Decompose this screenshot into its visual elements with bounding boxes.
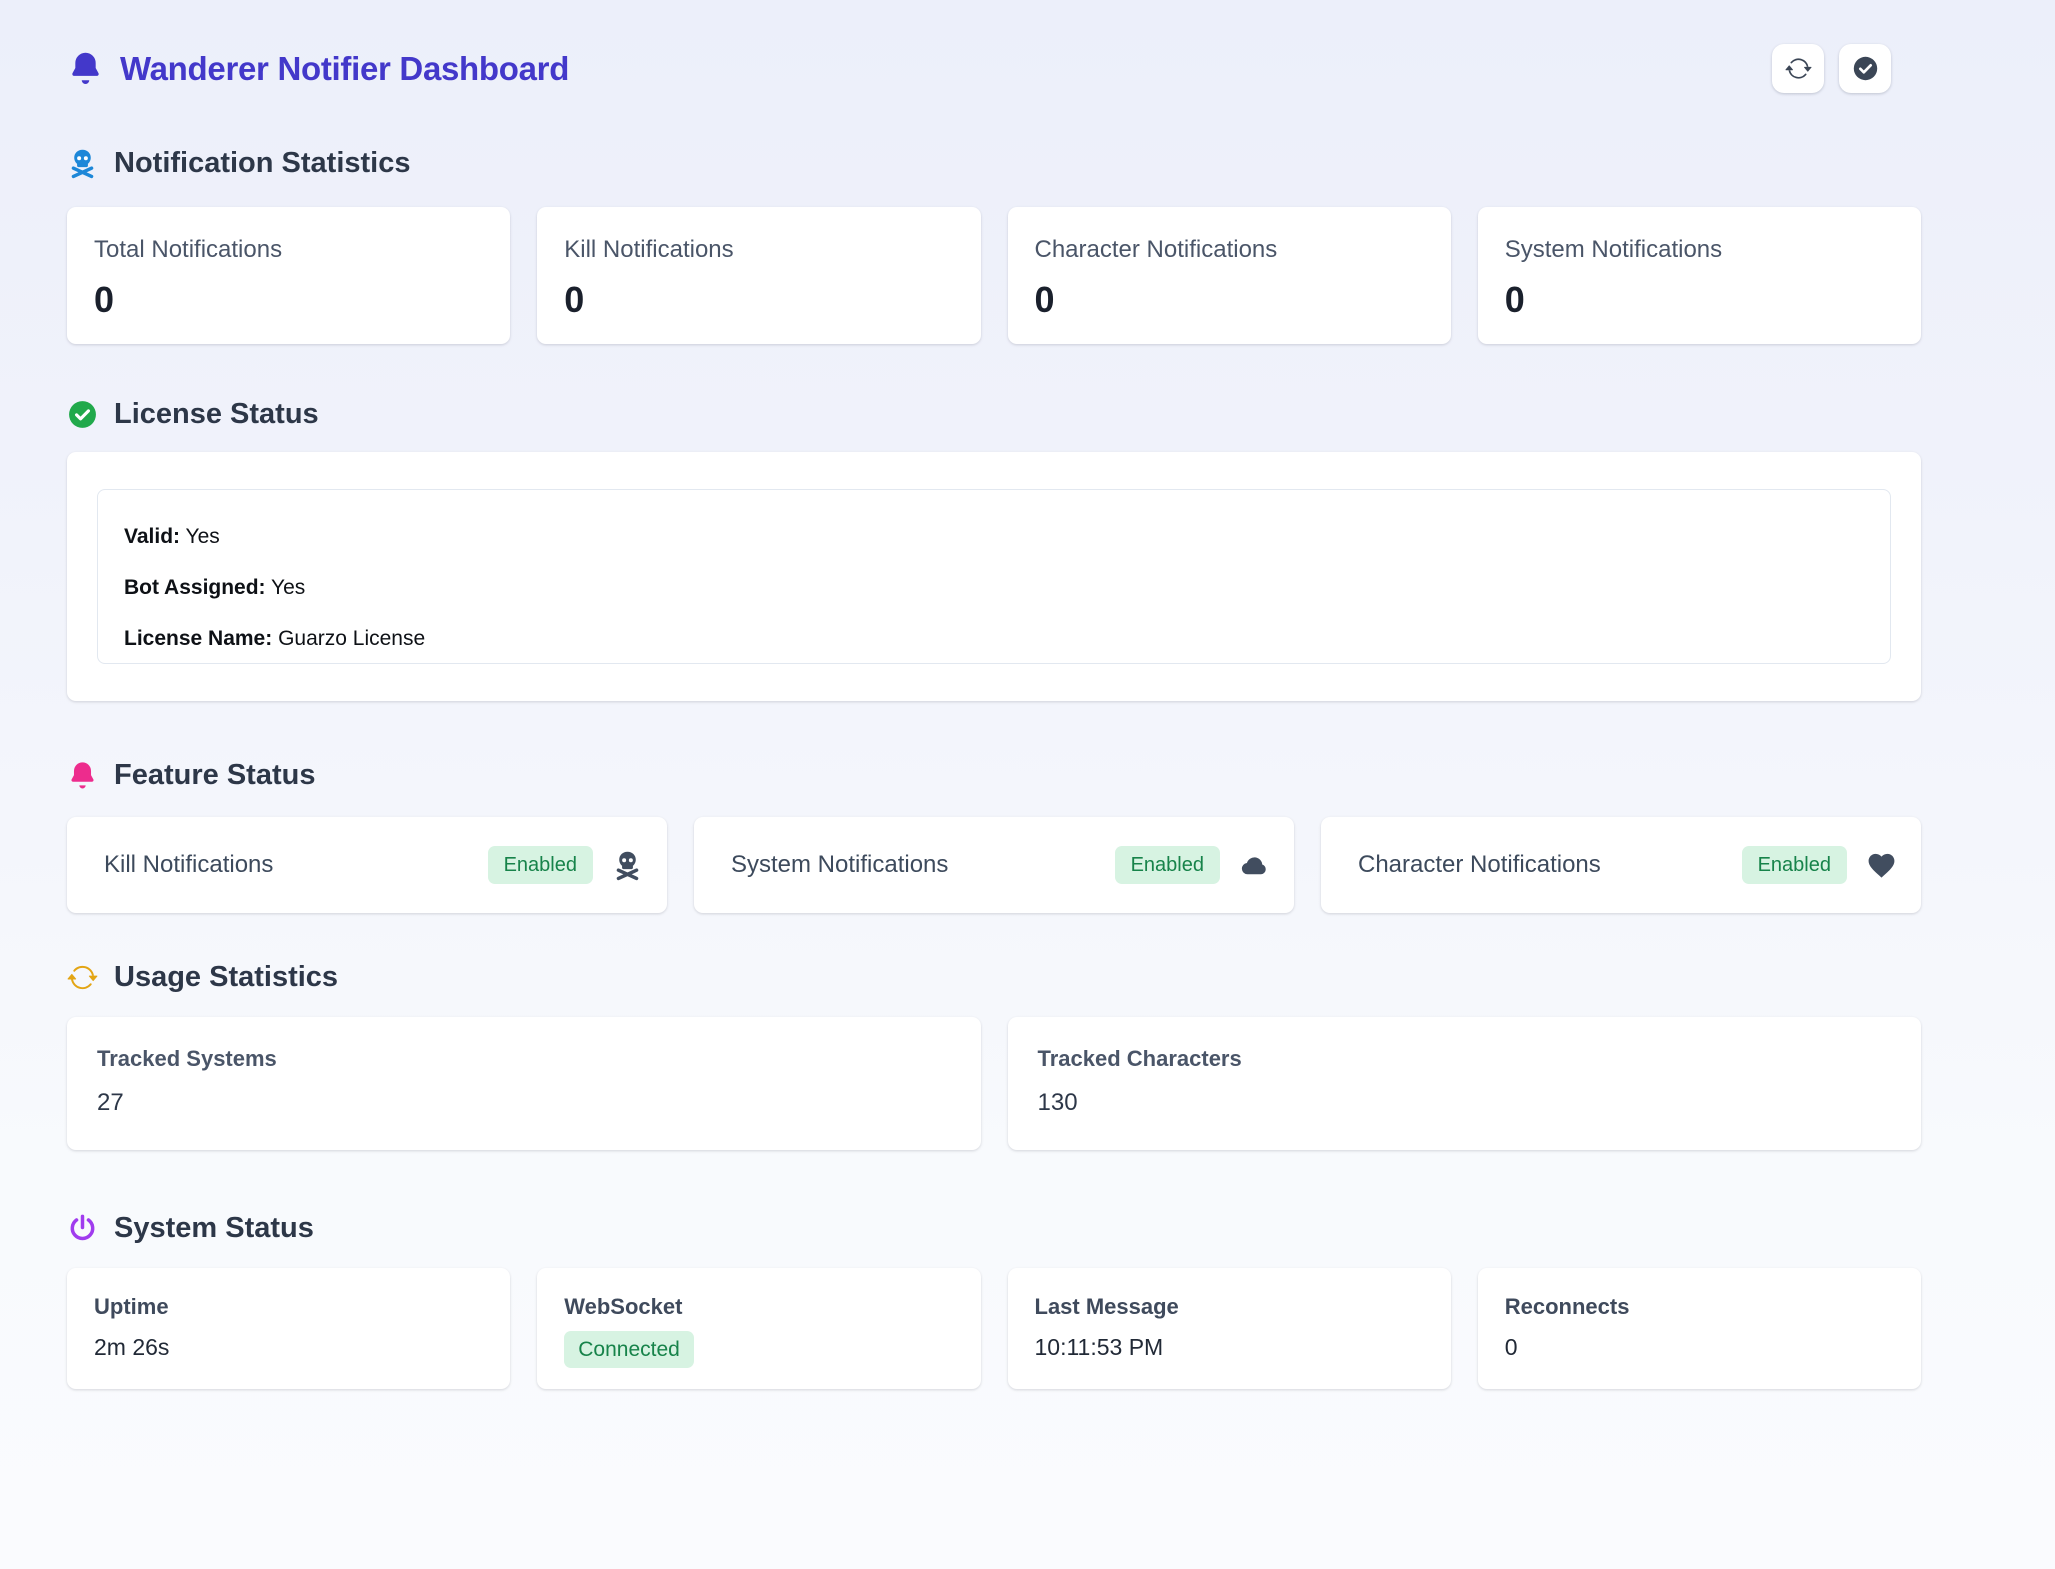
system-card-uptime: Uptime 2m 26s bbox=[67, 1268, 510, 1389]
feature-card-kill: Kill Notifications Enabled bbox=[67, 817, 667, 913]
usage-label: Tracked Characters bbox=[1038, 1046, 1892, 1072]
license-details: Valid: Yes Bot Assigned: Yes License Nam… bbox=[97, 489, 1891, 664]
bell-icon bbox=[67, 760, 98, 791]
usage-card-characters: Tracked Characters 130 bbox=[1008, 1017, 1922, 1150]
system-label: Uptime bbox=[94, 1294, 483, 1320]
status-badge: Enabled bbox=[1742, 846, 1847, 884]
stat-value: 0 bbox=[94, 279, 483, 321]
refresh-icon bbox=[1785, 55, 1812, 82]
stat-card-total: Total Notifications 0 bbox=[67, 207, 510, 344]
license-field-label: License Name: bbox=[124, 627, 272, 650]
check-circle-icon bbox=[1852, 55, 1879, 82]
license-bot-line: Bot Assigned: Yes bbox=[124, 576, 1864, 600]
bell-icon bbox=[67, 50, 104, 87]
stat-value: 0 bbox=[564, 279, 953, 321]
license-field-value: Yes bbox=[271, 576, 305, 599]
notification-stats-grid: Total Notifications 0 Kill Notifications… bbox=[67, 207, 1921, 344]
license-name-line: License Name: Guarzo License bbox=[124, 627, 1864, 651]
check-circle-icon bbox=[67, 399, 98, 430]
feature-card-character: Character Notifications Enabled bbox=[1321, 817, 1921, 913]
skull-crossbones-icon bbox=[612, 850, 643, 881]
license-field-value: Yes bbox=[186, 525, 220, 548]
license-field-value: Guarzo License bbox=[278, 627, 425, 650]
skull-crossbones-icon bbox=[67, 148, 98, 179]
license-field-label: Valid: bbox=[124, 525, 180, 548]
system-label: WebSocket bbox=[564, 1294, 953, 1320]
system-value: 0 bbox=[1505, 1334, 1894, 1361]
usage-value: 27 bbox=[97, 1089, 951, 1117]
cloud-icon bbox=[1239, 850, 1270, 881]
feature-card-system: System Notifications Enabled bbox=[694, 817, 1294, 913]
feature-label: Character Notifications bbox=[1358, 851, 1742, 879]
system-card-last-message: Last Message 10:11:53 PM bbox=[1008, 1268, 1451, 1389]
feature-label: System Notifications bbox=[731, 851, 1115, 879]
title-group: Wanderer Notifier Dashboard bbox=[67, 50, 569, 88]
stat-value: 0 bbox=[1505, 279, 1894, 321]
top-bar: Wanderer Notifier Dashboard bbox=[67, 0, 1921, 93]
system-status-heading: System Status bbox=[67, 1212, 1921, 1245]
system-value: 2m 26s bbox=[94, 1334, 483, 1361]
system-card-websocket: WebSocket Connected bbox=[537, 1268, 980, 1389]
feature-status-heading: Feature Status bbox=[67, 759, 1921, 792]
license-status-heading: License Status bbox=[67, 398, 1921, 431]
power-icon bbox=[67, 1213, 98, 1244]
topbar-actions bbox=[1772, 44, 1891, 93]
status-badge: Enabled bbox=[1115, 846, 1220, 884]
section-title: Feature Status bbox=[114, 759, 315, 792]
usage-stats-grid: Tracked Systems 27 Tracked Characters 13… bbox=[67, 1017, 1921, 1150]
usage-label: Tracked Systems bbox=[97, 1046, 951, 1072]
feature-label: Kill Notifications bbox=[104, 851, 488, 879]
stat-label: Total Notifications bbox=[94, 236, 483, 264]
stat-label: Character Notifications bbox=[1035, 236, 1424, 264]
usage-value: 130 bbox=[1038, 1089, 1892, 1117]
notification-stats-heading: Notification Statistics bbox=[67, 147, 1921, 180]
dashboard: Wanderer Notifier Dashboard Notification… bbox=[0, 0, 1921, 1389]
status-button[interactable] bbox=[1839, 44, 1891, 93]
section-title: License Status bbox=[114, 398, 319, 431]
system-status-grid: Uptime 2m 26s WebSocket Connected Last M… bbox=[67, 1268, 1921, 1389]
refresh-button[interactable] bbox=[1772, 44, 1824, 93]
usage-stats-heading: Usage Statistics bbox=[67, 961, 1921, 994]
system-card-reconnects: Reconnects 0 bbox=[1478, 1268, 1921, 1389]
system-label: Last Message bbox=[1035, 1294, 1424, 1320]
connection-badge: Connected bbox=[564, 1331, 694, 1368]
usage-card-systems: Tracked Systems 27 bbox=[67, 1017, 981, 1150]
system-value: 10:11:53 PM bbox=[1035, 1334, 1424, 1361]
license-card: Valid: Yes Bot Assigned: Yes License Nam… bbox=[67, 452, 1921, 701]
refresh-icon bbox=[67, 962, 98, 993]
stat-card-character: Character Notifications 0 bbox=[1008, 207, 1451, 344]
section-title: System Status bbox=[114, 1212, 314, 1245]
stat-card-system: System Notifications 0 bbox=[1478, 207, 1921, 344]
stat-value: 0 bbox=[1035, 279, 1424, 321]
status-badge: Enabled bbox=[488, 846, 593, 884]
system-label: Reconnects bbox=[1505, 1294, 1894, 1320]
page-title: Wanderer Notifier Dashboard bbox=[120, 50, 569, 88]
stat-label: System Notifications bbox=[1505, 236, 1894, 264]
heart-icon bbox=[1866, 850, 1897, 881]
section-title: Notification Statistics bbox=[114, 147, 411, 180]
license-field-label: Bot Assigned: bbox=[124, 576, 266, 599]
feature-status-grid: Kill Notifications Enabled System Notifi… bbox=[67, 817, 1921, 913]
stat-label: Kill Notifications bbox=[564, 236, 953, 264]
section-title: Usage Statistics bbox=[114, 961, 338, 994]
license-valid-line: Valid: Yes bbox=[124, 525, 1864, 549]
stat-card-kill: Kill Notifications 0 bbox=[537, 207, 980, 344]
